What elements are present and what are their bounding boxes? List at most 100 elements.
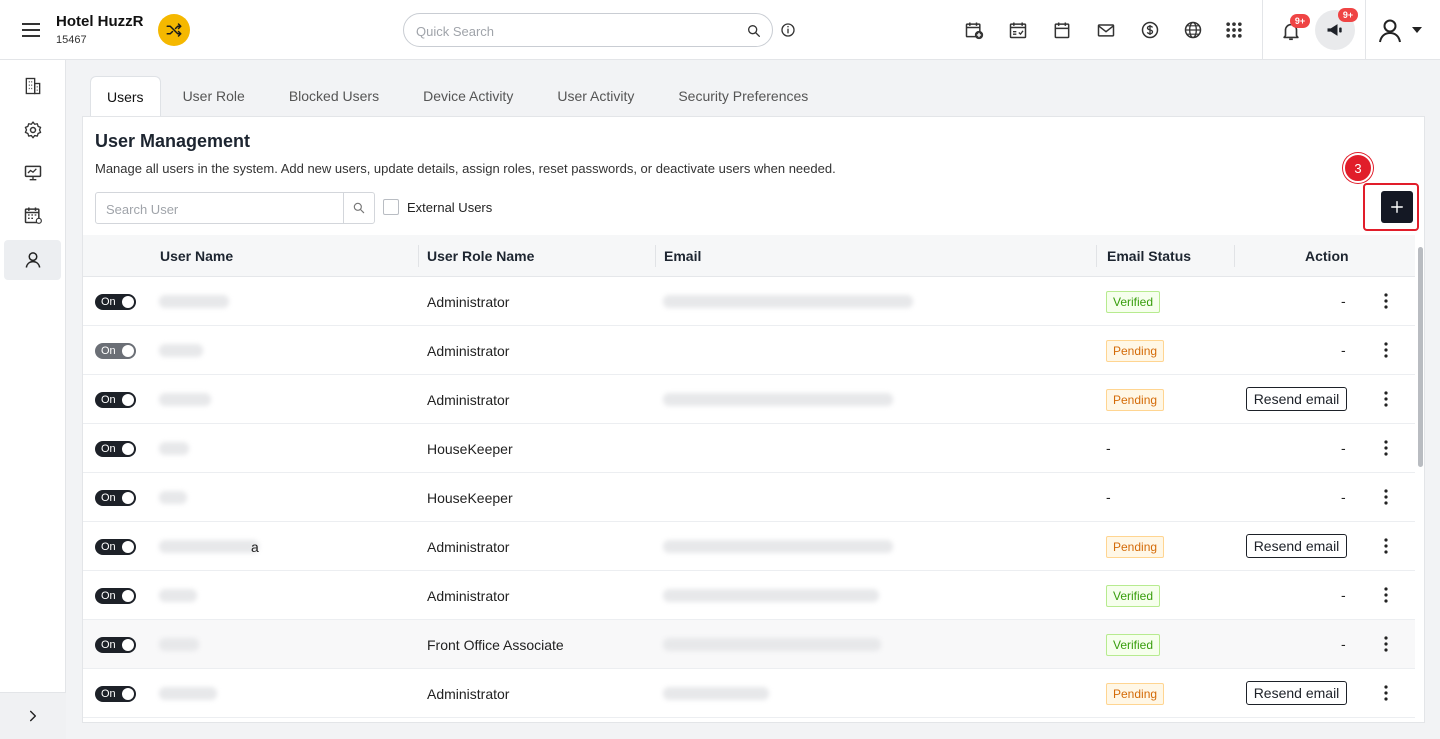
email-status-badge: Verified [1106,291,1161,313]
hamburger-menu-icon[interactable] [20,20,42,40]
chevron-right-icon [29,710,37,722]
user-active-toggle[interactable]: On [95,490,136,506]
table-row: On a Administrator Pending Resend email [83,522,1415,571]
gear-icon [24,121,41,139]
user-role-name: Administrator [427,392,510,408]
search-user-button[interactable] [343,193,374,223]
row-more-options-icon[interactable] [1379,487,1393,507]
tab-blocked-users[interactable]: Blocked Users [267,76,401,116]
top-bar: Hotel HuzzR 15467 9+ 9+ [0,0,1440,60]
row-more-options-icon[interactable] [1379,291,1393,311]
monitor-icon [24,165,41,181]
column-header-email-status[interactable]: Email Status [1107,248,1191,264]
toggle-label: On [101,345,116,357]
sidebar-item-properties[interactable] [4,66,61,106]
user-name-redacted [159,295,229,308]
resend-email-button[interactable]: Resend email [1246,681,1347,705]
hotel-id: 15467 [56,34,87,46]
dollar-icon[interactable] [1139,19,1161,41]
apps-grid-icon[interactable] [1223,19,1245,41]
tab-security-preferences[interactable]: Security Preferences [656,76,830,116]
user-profile-menu[interactable] [1378,18,1426,44]
user-role-name: Front Office Associate [427,637,564,653]
calendar-check-icon[interactable] [1007,19,1029,41]
column-header-user-role-name[interactable]: User Role Name [427,248,534,264]
toggle-label: On [101,590,116,602]
calendar-grid-icon [24,207,42,224]
sidebar-item-calendar[interactable] [4,195,61,235]
tab-users[interactable]: Users [90,76,161,116]
column-header-email[interactable]: Email [664,248,701,264]
toggle-label: On [101,541,116,553]
add-user-button[interactable] [1381,191,1413,223]
row-more-options-icon[interactable] [1379,340,1393,360]
sidebar-item-display[interactable] [4,153,61,193]
user-management-panel: User Management Manage all users in the … [82,116,1425,723]
shuffle-icon [166,23,182,37]
user-active-toggle[interactable]: On [95,588,136,604]
user-active-toggle[interactable]: On [95,539,136,555]
external-users-checkbox[interactable] [383,199,399,215]
page-title: User Management [95,131,251,151]
toggle-label: On [101,688,116,700]
sidebar-expand-button[interactable] [0,692,66,739]
row-more-options-icon[interactable] [1379,634,1393,654]
switch-property-button[interactable] [158,14,190,46]
sidebar-item-users[interactable] [4,240,61,280]
calendar-icon[interactable] [1051,19,1073,41]
table-scrollbar[interactable] [1415,235,1424,722]
plus-icon [1391,201,1403,213]
row-more-options-icon[interactable] [1379,438,1393,458]
globe-icon[interactable] [1182,19,1204,41]
tab-device-activity[interactable]: Device Activity [401,76,535,116]
quick-search-input[interactable] [416,20,736,42]
row-more-options-icon[interactable] [1379,585,1393,605]
divider [1262,0,1263,60]
column-divider [655,245,656,267]
search-icon[interactable] [746,23,762,39]
info-icon[interactable] [780,22,796,38]
email-redacted [663,638,881,651]
table-row: On Administrator Pending Resend email [83,375,1415,424]
email-redacted [663,295,913,308]
row-more-options-icon[interactable] [1379,683,1393,703]
search-user-input[interactable] [106,199,336,219]
user-active-toggle[interactable]: On [95,686,136,702]
user-search [95,192,375,224]
quick-search [403,13,773,47]
action-empty: - [1341,440,1346,456]
user-name-redacted [159,393,211,406]
user-active-toggle[interactable]: On [95,441,136,457]
user-name-redacted [159,589,197,602]
action-empty: - [1341,489,1346,505]
resend-email-button[interactable]: Resend email [1246,534,1347,558]
toggle-label: On [101,443,116,455]
divider [1365,0,1366,60]
email-status-badge: Verified [1106,634,1161,656]
email-redacted [663,589,879,602]
sidebar-item-settings[interactable] [4,110,61,150]
user-role-name: HouseKeeper [427,490,513,506]
announcements-badge: 9+ [1338,8,1358,22]
scrollbar-thumb[interactable] [1418,247,1423,467]
table-row: On Front Office Associate Verified - [83,620,1415,669]
toggle-knob [122,492,134,504]
action-empty: - [1341,293,1346,309]
user-active-toggle[interactable]: On [95,392,136,408]
user-active-toggle[interactable]: On [95,637,136,653]
tab-user-activity[interactable]: User Activity [535,76,656,116]
user-active-toggle[interactable]: On [95,294,136,310]
column-header-action: Action [1305,248,1349,264]
megaphone-icon [1327,24,1342,36]
email-status-empty: - [1106,440,1111,456]
calendar-plus-icon[interactable] [963,19,985,41]
email-redacted [663,393,893,406]
user-name-redacted [159,491,187,504]
user-active-toggle[interactable]: On [95,343,136,359]
column-header-user-name[interactable]: User Name [160,248,233,264]
tab-user-role[interactable]: User Role [161,76,267,116]
resend-email-button[interactable]: Resend email [1246,387,1347,411]
row-more-options-icon[interactable] [1379,536,1393,556]
mail-icon[interactable] [1095,19,1117,41]
row-more-options-icon[interactable] [1379,389,1393,409]
